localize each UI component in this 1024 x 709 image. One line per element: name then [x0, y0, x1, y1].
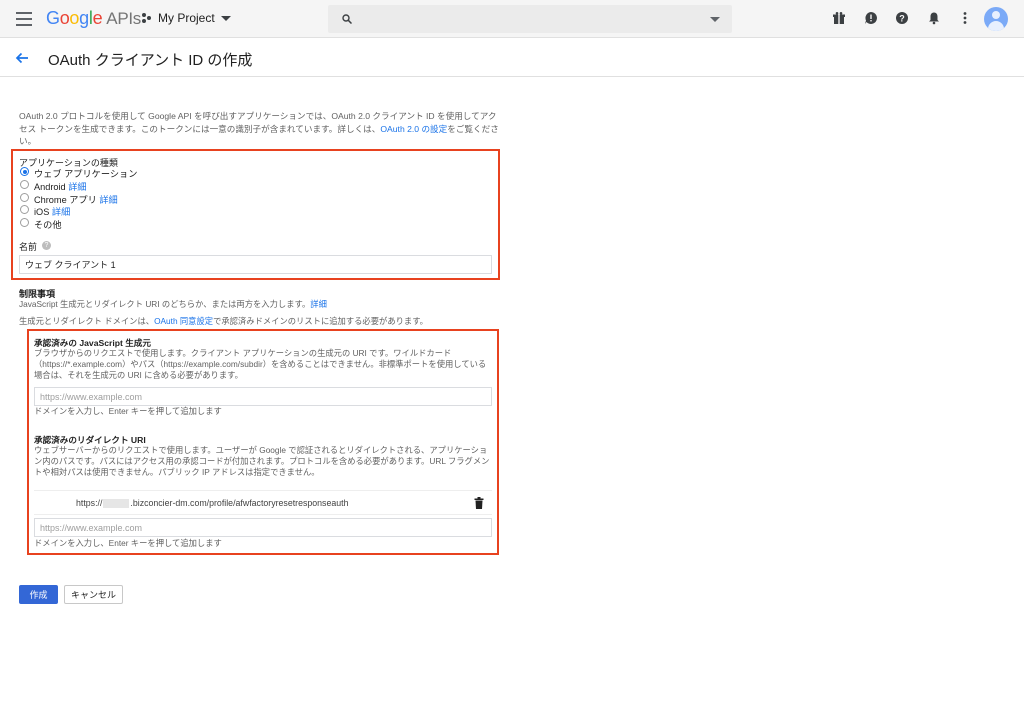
- name-input[interactable]: [19, 255, 492, 274]
- oauth-consent-link[interactable]: OAuth 同意設定: [154, 316, 213, 326]
- ios-detail-link[interactable]: 詳細: [52, 207, 70, 217]
- oauth-settings-link[interactable]: OAuth 2.0 の設定: [380, 124, 447, 134]
- restrictions-line2: 生成元とリダイレクト ドメインは、OAuth 同意設定で承認済みドメインのリスト…: [19, 316, 428, 326]
- redacted-subdomain: [103, 499, 130, 509]
- page-header: OAuth クライアント ID の作成: [0, 39, 1024, 77]
- notifications-icon[interactable]: [927, 11, 941, 25]
- option-ios[interactable]: iOS 詳細: [34, 204, 70, 218]
- logo-apis: APIs: [106, 9, 141, 28]
- logo-google-wordmark: Google: [46, 8, 103, 28]
- svg-text:?: ?: [899, 13, 905, 23]
- radio-android[interactable]: [20, 180, 29, 189]
- account-avatar[interactable]: [984, 7, 1008, 31]
- delete-trash-icon[interactable]: [474, 497, 484, 509]
- help-circle-icon[interactable]: ?: [42, 241, 51, 250]
- create-button[interactable]: 作成: [19, 585, 58, 604]
- js-origin-input[interactable]: [34, 387, 492, 406]
- gift-icon[interactable]: [832, 11, 846, 25]
- project-name: My Project: [158, 11, 215, 25]
- page-title: OAuth クライアント ID の作成: [48, 52, 253, 69]
- radio-chrome-app[interactable]: [20, 193, 29, 202]
- radio-web-application[interactable]: [20, 167, 29, 176]
- name-label: 名前: [19, 242, 38, 252]
- option-web-application[interactable]: ウェブ アプリケーション: [34, 166, 137, 180]
- redirect-uri-value: https://.bizconcier-dm.com/profile/afwfa…: [76, 498, 349, 509]
- js-origins-desc: ブラウザからのリクエストで使用します。クライアント アプリケーションの生成元の …: [34, 348, 487, 380]
- search-bar[interactable]: [328, 5, 732, 33]
- feedback-icon[interactable]: [864, 11, 878, 25]
- chevron-down-icon: [220, 15, 231, 21]
- intro-text: OAuth 2.0 プロトコルを使用して Google API を呼び出すアプリ…: [19, 111, 499, 146]
- cancel-button[interactable]: キャンセル: [64, 585, 123, 604]
- android-detail-link[interactable]: 詳細: [68, 182, 86, 192]
- radio-ios[interactable]: [20, 205, 29, 214]
- redirect-uris-desc: ウェブサーバーからのリクエストで使用します。ユーザーが Google で認証され…: [34, 445, 490, 477]
- option-other[interactable]: その他: [34, 217, 62, 231]
- project-icon: [142, 13, 152, 23]
- radio-other[interactable]: [20, 218, 29, 227]
- redirect-uri-input[interactable]: [34, 518, 492, 537]
- menu-icon[interactable]: [16, 12, 32, 26]
- restrictions-detail-link[interactable]: 詳細: [310, 299, 327, 309]
- more-vert-icon[interactable]: [958, 11, 972, 25]
- search-dropdown-icon[interactable]: [710, 17, 720, 22]
- redirect-uris-hint: ドメインを入力し、Enter キーを押して追加します: [34, 538, 222, 548]
- back-arrow-icon[interactable]: [14, 50, 30, 66]
- project-selector[interactable]: My Project: [142, 11, 231, 25]
- google-apis-logo[interactable]: Google APIs: [46, 8, 141, 29]
- top-app-bar: Google APIs My Project ?: [0, 0, 1024, 38]
- search-icon: [342, 14, 352, 24]
- help-icon[interactable]: ?: [895, 11, 909, 25]
- restrictions-line1: JavaScript 生成元とリダイレクト URI のどちらか、または両方を入力…: [19, 299, 327, 309]
- chrome-detail-link[interactable]: 詳細: [99, 195, 117, 205]
- option-android[interactable]: Android 詳細: [34, 179, 87, 193]
- js-origins-hint: ドメインを入力し、Enter キーを押して追加します: [34, 406, 222, 416]
- redirect-uri-entry[interactable]: https://.bizconcier-dm.com/profile/afwfa…: [34, 490, 492, 515]
